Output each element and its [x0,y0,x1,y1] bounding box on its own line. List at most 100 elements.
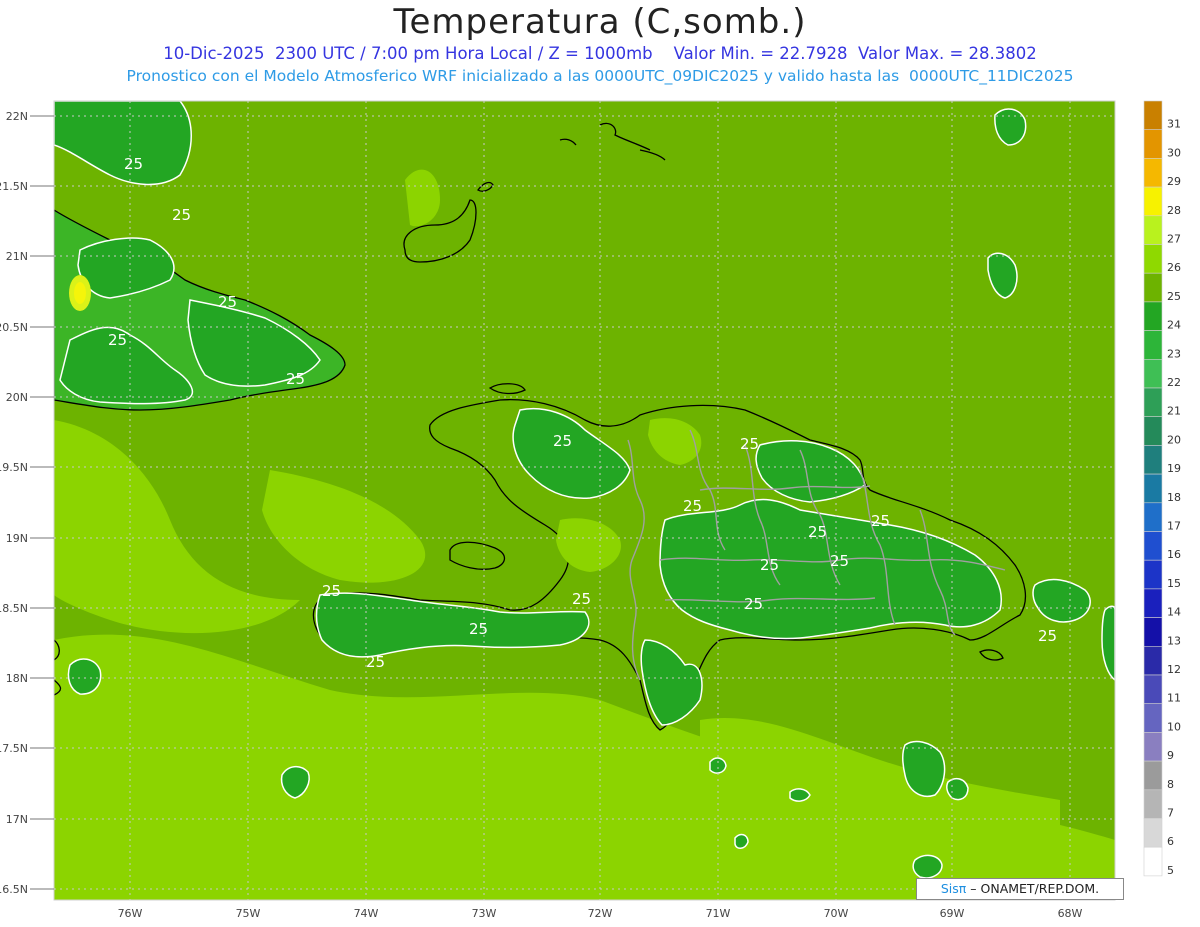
lon-label: 71W [706,907,731,920]
contour-label: 25 [744,595,763,613]
colorbar-swatch [1143,645,1163,676]
colorbar-swatch [1143,387,1163,418]
colorbar-level-label: 11 [1167,692,1181,705]
lat-label: 20N [6,391,28,404]
colorbar-swatch [1143,416,1163,446]
colorbar-level-label: 30 [1167,146,1181,159]
colorbar-swatch [1143,330,1163,360]
sispi-logo-text: Sisπ [940,881,967,896]
colorbar-swatch [1143,244,1163,274]
lat-label: 17.5N [0,742,28,755]
lat-label: 18N [6,672,28,685]
colorbar-swatch [1143,588,1163,618]
colorbar-swatch [1143,358,1163,389]
temperature-map: 25 25 25 25 25 25 25 25 25 25 25 25 25 2… [0,100,1181,920]
contour-label: 25 [286,370,305,388]
contour-label: 25 [108,331,127,349]
colorbar-swatch [1143,559,1163,590]
colorbar-swatch [1143,674,1163,705]
colorbar-level-label: 16 [1167,548,1181,561]
contour-label: 25 [469,620,488,638]
lat-label: 17N [6,813,28,826]
lat-label: 22N [6,110,28,123]
lat-label: 19N [6,532,28,545]
lon-label: 68W [1058,907,1083,920]
colorbar-swatch [1143,531,1163,561]
contour-label: 25 [124,155,143,173]
credit-text: – ONAMET/REP.DOM. [970,881,1100,896]
colorbar-level-label: 19 [1167,462,1181,475]
contour-label: 25 [740,435,759,453]
colorbar-swatch [1143,789,1163,819]
colorbar-level-label: 15 [1167,577,1181,590]
lat-label: 21.5N [0,180,28,193]
contour-label: 25 [218,293,237,311]
colorbar-level-label: 31 [1167,118,1181,131]
contour-label: 25 [1038,627,1057,645]
lat-label: 16.5N [0,883,28,896]
colorbar-level-label: 13 [1167,634,1181,647]
contour-label: 25 [553,432,572,450]
contour-label: 25 [172,206,191,224]
lon-label: 76W [118,907,143,920]
cool-patch-se3 [912,854,943,879]
colorbar-swatch [1143,473,1163,504]
colorbar-swatch [1143,272,1163,303]
contour-label: 25 [322,582,341,600]
contour-label: 25 [366,653,385,671]
colorbar-swatch [1143,818,1163,848]
contour-label: 25 [683,497,702,515]
colorbar-swatch [1143,158,1163,188]
colorbar-level-label: 29 [1167,175,1181,188]
lon-label: 75W [236,907,261,920]
contour-label: 25 [808,523,827,541]
contour-label: 25 [830,552,849,570]
colorbar-level-label: 26 [1167,261,1181,274]
cool-patch-se2 [946,777,969,801]
colorbar-swatch [1143,502,1163,532]
colorbar-level-label: 24 [1167,319,1181,332]
colorbar-swatch [1143,445,1163,475]
contour-label: 25 [572,590,591,608]
colorbar-level-label: 10 [1167,720,1181,733]
cool-patch-s3 [734,833,749,849]
colorbar-level-label: 17 [1167,520,1181,533]
colorbar-swatch [1143,129,1163,159]
colorbar-swatch [1143,186,1163,217]
cuba-hot-core [74,282,86,304]
lon-label: 74W [354,907,379,920]
lat-label: 20.5N [0,321,28,334]
colorbar-level-label: 12 [1167,663,1181,676]
colorbar-level-label: 28 [1167,204,1181,217]
lon-label: 70W [824,907,849,920]
lon-label: 73W [472,907,497,920]
colorbar-level-label: 23 [1167,347,1181,360]
cool-patch-s2 [789,788,811,802]
colorbar-level-label: 9 [1167,749,1174,762]
cool-patch-s4 [709,757,727,774]
colorbar-swatch [1143,215,1163,245]
colorbar-level-label: 25 [1167,290,1181,303]
colorbar-level-label: 27 [1167,233,1181,246]
lat-label: 19.5N [0,461,28,474]
colorbar-level-label: 14 [1167,606,1181,619]
color-scale-bar: 31 30 29 28 27 26 25 24 23 22 21 20 19 18 17 16 15 14 13 12… [1143,100,1181,877]
contour-label: 25 [871,512,890,530]
colorbar-swatch [1143,703,1163,733]
contour-label: 25 [760,556,779,574]
lon-label: 69W [940,907,965,920]
colorbar-swatch [1143,100,1163,131]
colorbar-swatch [1143,760,1163,791]
colorbar-level-label: 8 [1167,778,1174,791]
credit-box: Sisπ – ONAMET/REP.DOM. [916,878,1124,900]
colorbar-swatch [1143,846,1163,877]
colorbar-level-label: 5 [1167,864,1174,877]
colorbar-level-label: 18 [1167,491,1181,504]
lon-label: 72W [588,907,613,920]
colorbar-level-label: 21 [1167,405,1181,418]
lat-label: 18.5N [0,602,28,615]
jamaica-cool [67,658,102,695]
colorbar-level-label: 6 [1167,835,1174,848]
colorbar-swatch [1143,617,1163,647]
colorbar-level-label: 7 [1167,807,1174,820]
